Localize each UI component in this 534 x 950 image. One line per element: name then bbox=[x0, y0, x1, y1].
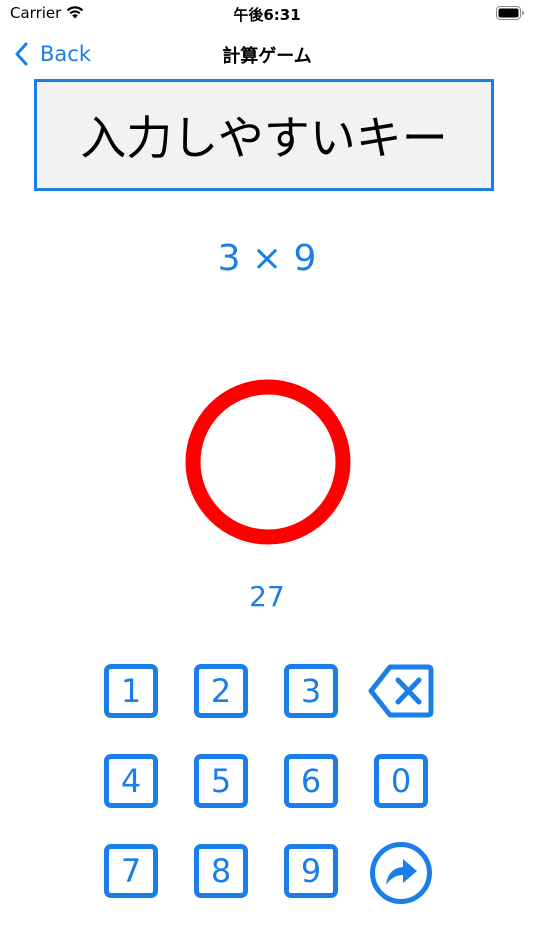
navigation-bar: Back 計算ゲーム bbox=[0, 30, 534, 78]
key-2[interactable]: 2 bbox=[194, 664, 248, 718]
battery-icon bbox=[496, 6, 524, 20]
correct-circle-icon bbox=[185, 379, 351, 545]
question-text: 3 × 9 bbox=[217, 238, 317, 279]
status-time: 午後6:31 bbox=[233, 6, 301, 24]
mode-banner[interactable]: 入力しやすいキー bbox=[34, 79, 494, 191]
key-9[interactable]: 9 bbox=[284, 844, 338, 898]
banner-text: 入力しやすいキー bbox=[80, 111, 448, 165]
submit-arrow-icon[interactable] bbox=[369, 841, 433, 905]
page-title: 計算ゲーム bbox=[222, 46, 312, 67]
key-6[interactable]: 6 bbox=[284, 754, 338, 808]
key-7[interactable]: 7 bbox=[104, 844, 158, 898]
key-8[interactable]: 8 bbox=[194, 844, 248, 898]
backspace-icon[interactable] bbox=[368, 661, 434, 721]
key-5[interactable]: 5 bbox=[194, 754, 248, 808]
answer-text: 27 bbox=[249, 580, 285, 613]
key-3[interactable]: 3 bbox=[284, 664, 338, 718]
status-bar: Carrier 午後6:31 bbox=[0, 0, 534, 30]
key-4[interactable]: 4 bbox=[104, 754, 158, 808]
key-1[interactable]: 1 bbox=[104, 664, 158, 718]
key-0[interactable]: 0 bbox=[374, 754, 428, 808]
